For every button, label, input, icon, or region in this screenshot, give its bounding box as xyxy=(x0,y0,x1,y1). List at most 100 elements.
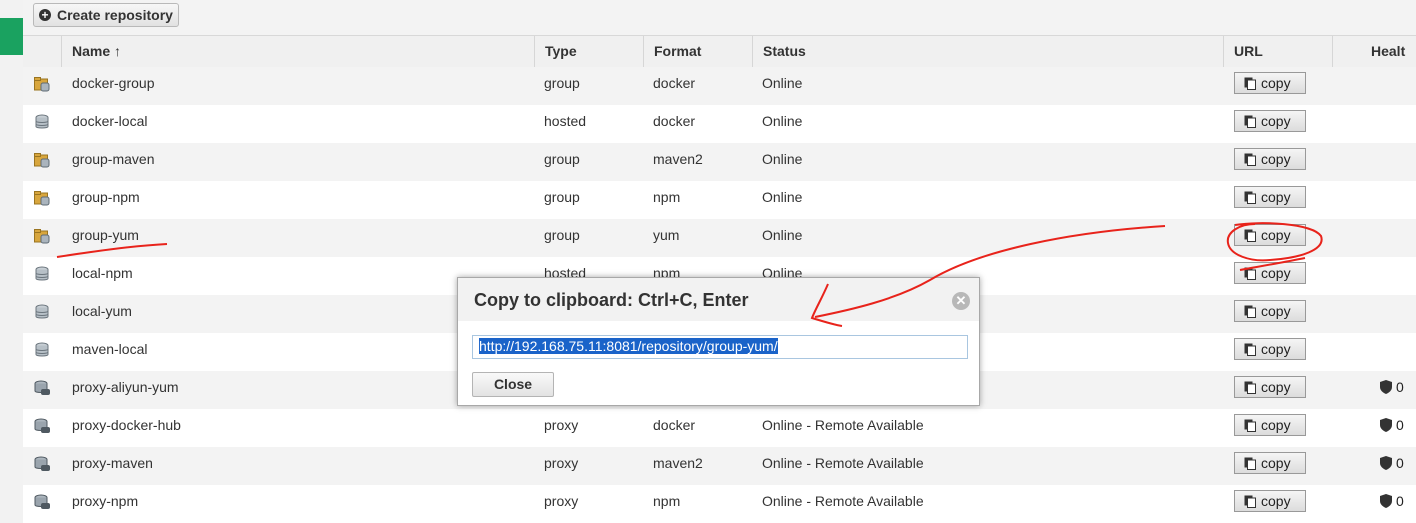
health-value: 0 xyxy=(1396,417,1404,433)
copy-label: copy xyxy=(1261,341,1291,357)
grid-header: Name ↑ Type Format Status URL Healt xyxy=(23,36,1416,68)
nav-accent-strip xyxy=(0,18,23,55)
copy-label: copy xyxy=(1261,75,1291,91)
clipboard-icon xyxy=(1244,267,1256,280)
repo-format-cell: maven2 xyxy=(653,151,703,167)
column-header-name[interactable]: Name ↑ xyxy=(61,36,534,67)
table-row[interactable]: group-npm group npm Online copy xyxy=(23,181,1416,219)
clipboard-icon xyxy=(1244,343,1256,356)
toolbar: + Create repository xyxy=(23,0,1416,36)
copy-url-button[interactable]: copy xyxy=(1234,490,1306,512)
table-row[interactable]: docker-group group docker Online copy xyxy=(23,67,1416,105)
repo-name-cell: proxy-maven xyxy=(72,455,153,471)
repo-format-cell: docker xyxy=(653,417,696,433)
copy-url-button[interactable]: copy xyxy=(1234,72,1306,94)
close-button[interactable]: Close xyxy=(472,372,554,397)
repo-name-cell: docker-group xyxy=(72,75,155,91)
table-row[interactable]: proxy-npm proxy npm Online - Remote Availab… xyxy=(23,485,1416,523)
copy-url-button[interactable]: copy xyxy=(1234,148,1306,170)
copy-label: copy xyxy=(1261,379,1291,395)
create-repository-button[interactable]: + Create repository xyxy=(33,3,179,27)
repo-type-cell: group xyxy=(544,151,580,167)
url-selected-text: http://192.168.75.11:8081/repository/gro… xyxy=(479,338,778,354)
repo-format-cell: npm xyxy=(653,493,681,509)
repo-status-cell: Online xyxy=(762,189,803,205)
clipboard-icon xyxy=(1244,305,1256,318)
copy-label: copy xyxy=(1261,227,1291,243)
copy-url-button[interactable]: copy xyxy=(1234,414,1306,436)
column-header-status[interactable]: Status xyxy=(752,36,1223,67)
repo-name-cell: local-yum xyxy=(72,303,132,319)
folder-group-icon xyxy=(34,228,50,244)
table-row[interactable]: proxy-maven proxy maven2 Online - Remote Av… xyxy=(23,447,1416,485)
copy-url-button[interactable]: copy xyxy=(1234,376,1306,398)
repo-status-cell: Online xyxy=(762,75,803,91)
copy-url-button[interactable]: copy xyxy=(1234,338,1306,360)
table-row[interactable]: group-yum group yum Online copy xyxy=(23,219,1416,257)
repo-type-cell: group xyxy=(544,75,580,91)
proxy-database-icon xyxy=(34,456,50,472)
clipboard-icon xyxy=(1244,115,1256,128)
repo-name-cell: proxy-aliyun-yum xyxy=(72,379,179,395)
proxy-database-icon xyxy=(34,418,50,434)
copy-url-button[interactable]: copy xyxy=(1234,110,1306,132)
table-row[interactable]: docker-local hosted docker Online copy xyxy=(23,105,1416,143)
repo-name-cell: local-npm xyxy=(72,265,133,281)
repo-name-cell: docker-local xyxy=(72,113,148,129)
repo-status-cell: Online xyxy=(762,151,803,167)
repo-format-cell: yum xyxy=(653,227,680,243)
copy-url-button[interactable]: copy xyxy=(1234,186,1306,208)
clipboard-icon xyxy=(1244,381,1256,394)
repo-name-cell: group-npm xyxy=(72,189,140,205)
repo-format-cell: docker xyxy=(653,113,696,129)
repo-status-cell: Online xyxy=(762,113,803,129)
copy-url-button[interactable]: copy xyxy=(1234,300,1306,322)
proxy-database-icon xyxy=(34,380,50,396)
health-check-cell[interactable]: 0 xyxy=(1380,447,1404,485)
shield-icon xyxy=(1380,456,1392,470)
health-check-cell[interactable]: 0 xyxy=(1380,409,1404,447)
repo-type-cell: proxy xyxy=(544,417,579,433)
shield-icon xyxy=(1380,418,1392,432)
copy-url-button[interactable]: copy xyxy=(1234,452,1306,474)
copy-label: copy xyxy=(1261,265,1291,281)
copy-label: copy xyxy=(1261,189,1291,205)
health-value: 0 xyxy=(1396,493,1404,509)
copy-url-button[interactable]: copy xyxy=(1234,224,1306,246)
copy-label: copy xyxy=(1261,493,1291,509)
table-row[interactable]: group-maven group maven2 Online copy xyxy=(23,143,1416,181)
clipboard-icon xyxy=(1244,153,1256,166)
clipboard-icon xyxy=(1244,77,1256,90)
copy-label: copy xyxy=(1261,303,1291,319)
repo-status-cell: Online - Remote Available xyxy=(762,493,924,509)
clipboard-icon xyxy=(1244,419,1256,432)
header-icon-col xyxy=(23,36,61,67)
url-field[interactable]: http://192.168.75.11:8081/repository/gro… xyxy=(472,335,968,359)
clipboard-icon xyxy=(1244,191,1256,204)
folder-group-icon xyxy=(34,76,50,92)
table-row[interactable]: proxy-docker-hub proxy docker Online - Remo… xyxy=(23,409,1416,447)
repo-type-cell: proxy xyxy=(544,493,579,509)
column-header-health[interactable]: Healt xyxy=(1332,36,1416,67)
shield-icon xyxy=(1380,380,1392,394)
repository-grid: Name ↑ Type Format Status URL Healt dock… xyxy=(23,36,1416,523)
health-value: 0 xyxy=(1396,379,1404,395)
folder-group-icon xyxy=(34,152,50,168)
health-check-cell[interactable]: 0 xyxy=(1380,485,1404,523)
database-icon xyxy=(34,342,50,358)
column-header-type[interactable]: Type xyxy=(534,36,643,67)
repo-name-cell: group-yum xyxy=(72,227,139,243)
close-icon[interactable]: ✕ xyxy=(952,292,970,310)
repo-name-cell: proxy-npm xyxy=(72,493,139,509)
copy-url-button[interactable]: copy xyxy=(1234,262,1306,284)
repo-format-cell: docker xyxy=(653,75,696,91)
copy-label: copy xyxy=(1261,417,1291,433)
repo-format-cell: npm xyxy=(653,189,681,205)
clipboard-icon xyxy=(1244,457,1256,470)
clipboard-icon xyxy=(1244,229,1256,242)
repo-type-cell: group xyxy=(544,189,580,205)
folder-group-icon xyxy=(34,190,50,206)
column-header-format[interactable]: Format xyxy=(643,36,752,67)
column-header-url[interactable]: URL xyxy=(1223,36,1332,67)
health-check-cell[interactable]: 0 xyxy=(1380,371,1404,409)
